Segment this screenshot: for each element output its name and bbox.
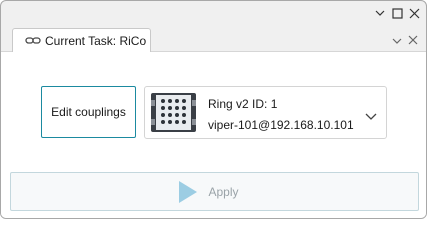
- chevron-down-icon: [365, 108, 377, 120]
- chevron-down-icon[interactable]: [392, 32, 402, 50]
- device-board-icon: [151, 92, 196, 133]
- app-window: Current Task: RiCo Edit couplings Ring v…: [0, 0, 427, 219]
- close-icon[interactable]: [408, 7, 420, 19]
- apply-button[interactable]: Apply: [10, 172, 419, 211]
- tab-current-task[interactable]: Current Task: RiCo: [12, 28, 151, 52]
- play-icon: [178, 180, 198, 204]
- device-address: viper-101@192.168.10.101: [208, 118, 354, 132]
- chevron-down-icon[interactable]: [374, 7, 386, 19]
- apply-label: Apply: [208, 184, 239, 199]
- tab-label: Current Task: RiCo: [45, 33, 147, 48]
- tab-actions: [392, 32, 418, 50]
- close-icon[interactable]: [408, 32, 418, 50]
- device-name: Ring v2 ID: 1: [208, 97, 278, 111]
- link-icon: [25, 32, 41, 50]
- device-dropdown[interactable]: Ring v2 ID: 1 viper-101@192.168.10.101: [144, 86, 387, 139]
- window-controls: [374, 6, 420, 20]
- task-panel: Edit couplings Ring v2 ID: 1 viper-101@1…: [1, 51, 426, 218]
- edit-couplings-button[interactable]: Edit couplings: [41, 86, 136, 138]
- maximize-icon[interactable]: [391, 7, 403, 19]
- edit-couplings-label: Edit couplings: [51, 105, 126, 119]
